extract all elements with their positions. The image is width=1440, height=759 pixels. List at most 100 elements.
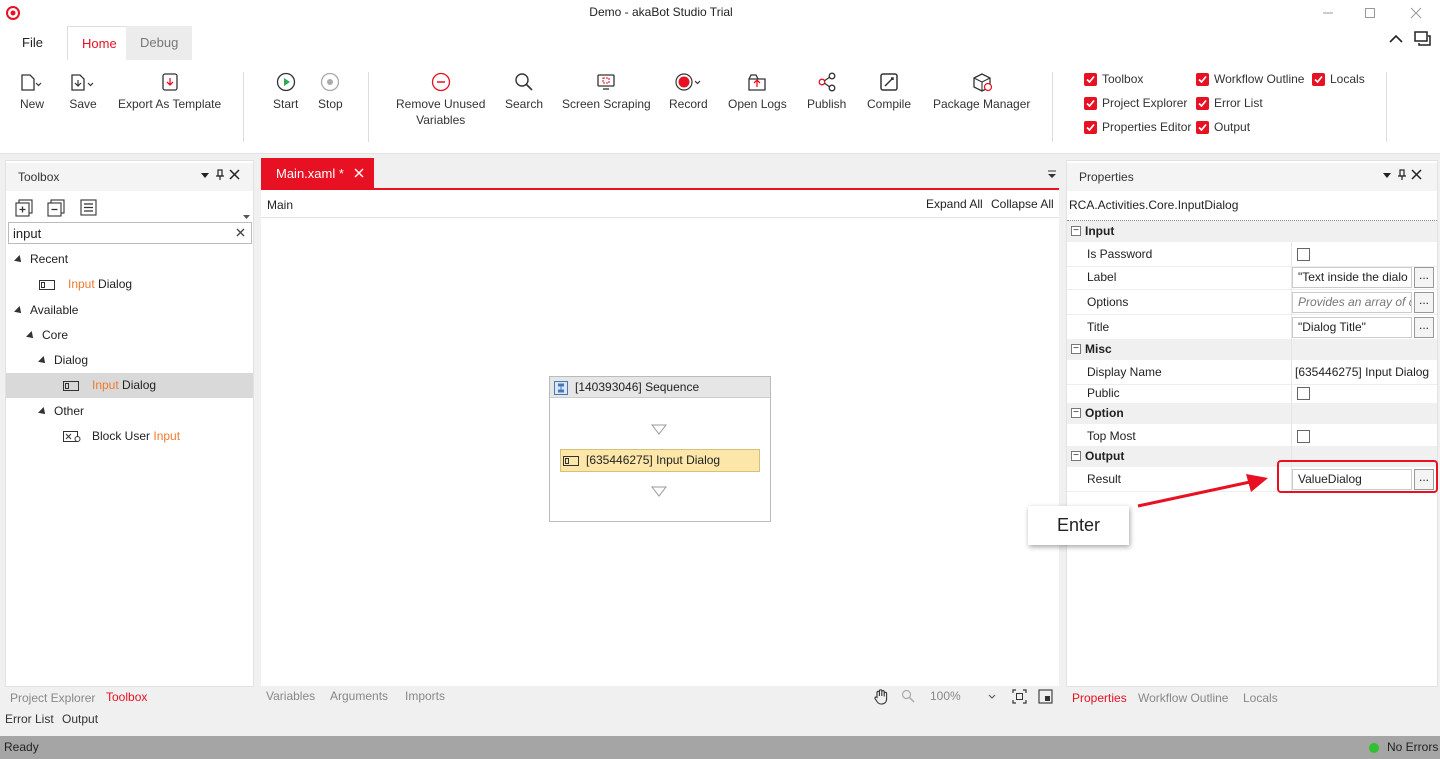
collapse-all-icon[interactable] bbox=[47, 199, 67, 217]
pin-icon[interactable] bbox=[1397, 169, 1407, 181]
tab-project-explorer[interactable]: Project Explorer bbox=[10, 691, 95, 705]
tab-locals[interactable]: Locals bbox=[1243, 691, 1278, 705]
options-ellipsis-button[interactable]: ... bbox=[1414, 292, 1434, 313]
collapse-ribbon-icon[interactable] bbox=[1389, 34, 1403, 44]
tab-output[interactable]: Output bbox=[62, 712, 98, 726]
tab-list-dropdown-icon[interactable] bbox=[1047, 170, 1057, 179]
maximize-button[interactable] bbox=[1360, 4, 1380, 22]
list-view-icon[interactable] bbox=[80, 199, 98, 217]
toggle-toolbox[interactable]: Toolbox bbox=[1084, 72, 1143, 86]
category-misc[interactable]: − Misc bbox=[1067, 339, 1437, 360]
open-logs-button[interactable]: Open Logs bbox=[728, 68, 787, 112]
label-ellipsis-button[interactable]: ... bbox=[1414, 267, 1434, 288]
toggle-workflow-outline[interactable]: Workflow Outline bbox=[1196, 72, 1304, 86]
designer-tab[interactable]: Main.xaml * bbox=[261, 158, 374, 188]
designer-canvas[interactable]: Main Expand All Collapse All [140393046]… bbox=[261, 190, 1059, 686]
dropdown-icon[interactable] bbox=[1383, 173, 1391, 179]
collapse-all-link[interactable]: Collapse All bbox=[991, 197, 1054, 211]
close-panel-icon[interactable] bbox=[1411, 169, 1422, 180]
label-value-field[interactable]: "Text inside the dialo bbox=[1292, 267, 1412, 288]
tree-node-recent[interactable]: Recent bbox=[6, 247, 253, 272]
tab-imports[interactable]: Imports bbox=[405, 689, 445, 703]
stop-button[interactable]: Stop bbox=[318, 68, 343, 112]
checkbox-checked-icon bbox=[1312, 72, 1325, 86]
pin-icon[interactable] bbox=[215, 169, 225, 181]
toggle-properties-editor[interactable]: Properties Editor bbox=[1084, 120, 1191, 134]
scroll-arrow-icon[interactable] bbox=[243, 213, 251, 221]
title-value-field[interactable]: "Dialog Title" bbox=[1292, 317, 1412, 338]
expand-all-icon[interactable] bbox=[15, 199, 35, 217]
close-panel-icon[interactable] bbox=[229, 169, 240, 180]
dropdown-icon[interactable] bbox=[201, 173, 209, 179]
clear-search-icon[interactable] bbox=[236, 228, 245, 237]
tree-node-other[interactable]: Other bbox=[6, 399, 253, 424]
property-grid-divider bbox=[1291, 242, 1292, 492]
category-option[interactable]: − Option bbox=[1067, 403, 1437, 424]
zoom-level[interactable]: 100% bbox=[930, 689, 961, 703]
remove-unused-variables-button[interactable]: Remove Unused Variables bbox=[396, 68, 485, 128]
new-button[interactable]: New bbox=[19, 68, 45, 112]
tree-node-available[interactable]: Available bbox=[6, 298, 253, 323]
collapse-toggle-icon[interactable]: − bbox=[1071, 226, 1081, 236]
tab-toolbox[interactable]: Toolbox bbox=[106, 690, 147, 704]
property-is-password: Is Password bbox=[1067, 242, 1437, 267]
tab-workflow-outline[interactable]: Workflow Outline bbox=[1138, 691, 1228, 705]
close-window-button[interactable] bbox=[1406, 4, 1426, 22]
toggle-toolbox-label: Toolbox bbox=[1102, 72, 1144, 86]
save-button[interactable]: Save bbox=[69, 68, 97, 112]
is-password-checkbox[interactable] bbox=[1297, 248, 1310, 261]
compile-button[interactable]: Compile bbox=[867, 68, 911, 112]
toggle-properties-editor-label: Properties Editor bbox=[1102, 120, 1192, 134]
tab-home[interactable]: Home bbox=[67, 26, 132, 60]
record-button[interactable]: Record bbox=[669, 68, 708, 112]
tree-item-input-dialog-recent[interactable]: Input Dialog bbox=[6, 272, 253, 297]
tab-debug[interactable]: Debug bbox=[126, 26, 193, 60]
hand-pan-icon[interactable] bbox=[873, 688, 889, 705]
tab-variables[interactable]: Variables bbox=[266, 689, 315, 703]
screen-scraping-button[interactable]: Screen Scraping bbox=[562, 68, 651, 112]
toggle-output[interactable]: Output bbox=[1196, 120, 1250, 134]
public-checkbox[interactable] bbox=[1297, 387, 1310, 400]
category-input[interactable]: − Input bbox=[1067, 221, 1437, 242]
tab-file[interactable]: File bbox=[8, 26, 57, 60]
collapse-toggle-icon[interactable]: − bbox=[1071, 408, 1081, 418]
tree-node-core[interactable]: Core bbox=[6, 323, 253, 348]
toggle-project-explorer[interactable]: Project Explorer bbox=[1084, 96, 1187, 110]
tree-item-input-dialog[interactable]: Input Dialog bbox=[6, 373, 253, 398]
breadcrumb-main[interactable]: Main bbox=[267, 198, 293, 212]
zoom-icon[interactable] bbox=[901, 689, 915, 703]
menu-tab-row: File Home Debug bbox=[0, 26, 1440, 60]
title-bar: Demo - akaBot Studio Trial bbox=[0, 0, 1440, 26]
tab-properties[interactable]: Properties bbox=[1072, 691, 1127, 705]
sequence-activity[interactable]: [140393046] Sequence [635446275] Input D… bbox=[549, 376, 771, 522]
zoom-dropdown-icon[interactable] bbox=[988, 694, 996, 699]
property-name: Is Password bbox=[1087, 247, 1153, 261]
options-value-field[interactable]: Provides an array of c bbox=[1292, 292, 1412, 313]
toolbox-search-box[interactable] bbox=[8, 222, 252, 244]
close-tab-icon[interactable] bbox=[354, 168, 364, 178]
top-most-checkbox[interactable] bbox=[1297, 430, 1310, 443]
toggle-locals[interactable]: Locals bbox=[1312, 72, 1365, 86]
expanded-triangle-icon bbox=[14, 254, 24, 265]
overview-icon[interactable] bbox=[1038, 689, 1053, 704]
start-button[interactable]: Start bbox=[273, 68, 298, 112]
chat-icon[interactable] bbox=[1414, 31, 1432, 47]
minimize-button[interactable] bbox=[1318, 4, 1338, 22]
open-logs-icon bbox=[729, 68, 786, 96]
fit-to-screen-icon[interactable] bbox=[1012, 689, 1027, 704]
tree-item-block-user-input[interactable]: Block User Input bbox=[6, 424, 253, 449]
export-template-button[interactable]: Export As Template bbox=[118, 68, 221, 112]
tree-node-dialog[interactable]: Dialog bbox=[6, 348, 253, 373]
toolbox-search-input[interactable] bbox=[9, 223, 229, 243]
tab-error-list[interactable]: Error List bbox=[5, 712, 54, 726]
collapse-toggle-icon[interactable]: − bbox=[1071, 451, 1081, 461]
package-manager-button[interactable]: Package Manager bbox=[933, 68, 1030, 112]
toggle-error-list[interactable]: Error List bbox=[1196, 96, 1263, 110]
tab-arguments[interactable]: Arguments bbox=[330, 689, 388, 703]
title-ellipsis-button[interactable]: ... bbox=[1414, 317, 1434, 338]
publish-button[interactable]: Publish bbox=[807, 68, 846, 112]
expand-all-link[interactable]: Expand All bbox=[926, 197, 983, 211]
search-button[interactable]: Search bbox=[505, 68, 543, 112]
collapse-toggle-icon[interactable]: − bbox=[1071, 344, 1081, 354]
drop-arrow-icon bbox=[651, 486, 667, 497]
